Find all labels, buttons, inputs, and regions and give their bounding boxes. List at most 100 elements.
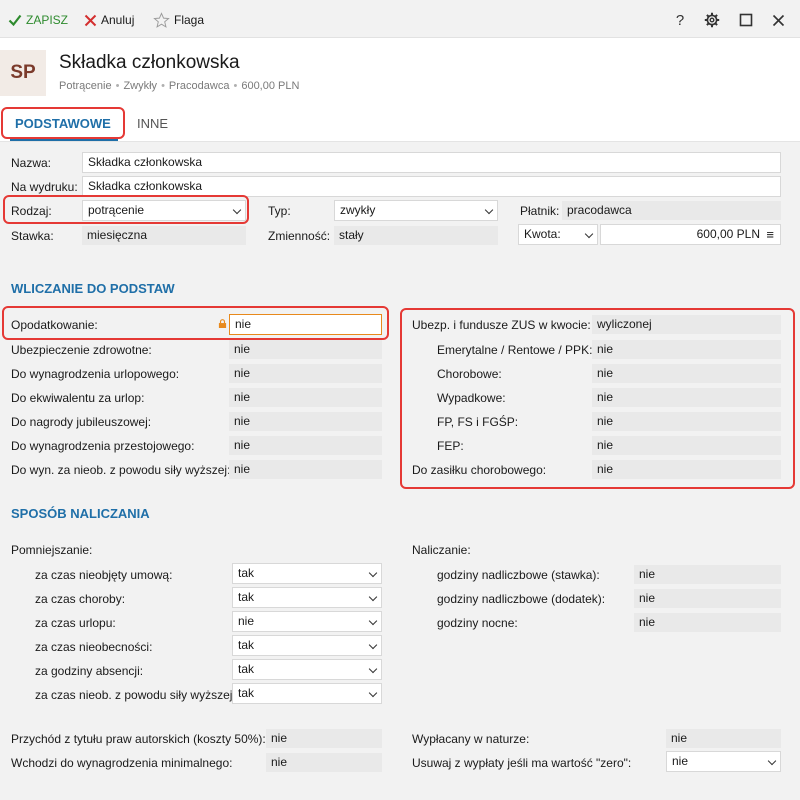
chevron-down-icon <box>368 640 378 650</box>
highlight-tab <box>1 107 125 139</box>
zdrowotne-label: Ubezpieczenie zdrowotne: <box>11 343 152 357</box>
typ-value: zwykły <box>340 203 376 217</box>
highlight-rodzaj <box>3 195 249 224</box>
maximize-icon <box>739 13 753 27</box>
chevron-down-icon <box>368 568 378 578</box>
cancel-label: Anuluj <box>101 13 135 27</box>
nieobjety-select[interactable]: tak <box>232 563 382 584</box>
gear-icon <box>704 12 720 28</box>
record-header: SP Składka członkowska Potrącenie • Zwykły… <box>0 38 800 104</box>
sila-wyzsza-value: nie <box>229 460 382 479</box>
nieobecnosci-label: za czas nieobecności: <box>35 640 153 654</box>
chevron-down-icon <box>484 205 494 215</box>
save-button[interactable]: ZAPISZ <box>8 10 68 30</box>
zmiennosc-label: Zmienność: <box>268 229 331 243</box>
chevron-down-icon <box>767 756 777 766</box>
breadcrumb: Potrącenie • Zwykły • Pracodawca • 600,00 PLN <box>59 80 299 92</box>
zmiennosc-value: stały <box>334 226 498 245</box>
crumb-separator: • <box>115 80 120 92</box>
kwota-value: 600,00 PLN <box>696 227 760 241</box>
nadliczbowe-stawka-label: godziny nadliczbowe (stawka): <box>437 568 600 582</box>
kwota-input[interactable]: 600,00 PLN ≡ <box>600 224 781 245</box>
urlopowe-label: Do wynagrodzenia urlopowego: <box>11 367 180 381</box>
chevron-down-icon <box>368 616 378 626</box>
crumb-amount: 600,00 PLN <box>241 80 300 92</box>
stawka-value: miesięczna <box>82 226 246 245</box>
nadliczbowe-dodatek-value: nie <box>634 589 781 608</box>
page-title: Składka członkowska <box>59 52 240 73</box>
urlopu-value: nie <box>238 614 255 628</box>
avatar: SP <box>0 50 46 96</box>
absencji-label: za godziny absencji: <box>35 664 144 678</box>
typ-select[interactable]: zwykły <box>334 200 498 221</box>
highlight-opodatkowanie <box>2 306 389 340</box>
zero-select[interactable]: nie <box>666 751 781 772</box>
star-icon <box>153 11 170 28</box>
sila-wyzsza-pomn-label: za czas nieob. z powodu siły wyższej: <box>35 688 236 702</box>
tab-inne[interactable]: INNE <box>137 116 168 131</box>
stawka-label: Stawka: <box>11 229 54 243</box>
przestojowe-value: nie <box>229 436 382 455</box>
minimalne-label: Wchodzi do wynagrodzenia minimalnego: <box>11 756 233 770</box>
choroby-select[interactable]: tak <box>232 587 382 608</box>
nieobjety-value: tak <box>238 566 255 580</box>
nazwa-label: Nazwa: <box>11 156 52 170</box>
jubileuszowa-value: nie <box>229 412 382 431</box>
jubileuszowa-label: Do nagrody jubileuszowej: <box>11 415 152 429</box>
cancel-button[interactable]: Anuluj <box>84 10 134 30</box>
chevron-down-icon <box>368 688 378 698</box>
help-button[interactable]: ? <box>670 10 690 30</box>
crumb-variant: Zwykły <box>123 80 158 92</box>
crumb-separator: • <box>161 80 165 92</box>
nocne-value: nie <box>634 613 781 632</box>
kwota-select[interactable]: Kwota: <box>518 224 598 245</box>
menu-icon[interactable]: ≡ <box>766 225 774 244</box>
checkmark-icon <box>8 14 22 27</box>
settings-button[interactable] <box>702 10 722 30</box>
crumb-type: Potrącenie <box>59 80 112 92</box>
naliczanie-label: Naliczanie: <box>412 543 471 557</box>
nazwa-input[interactable]: Składka członkowska <box>82 152 781 173</box>
sila-wyzsza-pomn-select[interactable]: tak <box>232 683 382 704</box>
highlight-zus <box>400 308 795 489</box>
absencji-value: tak <box>238 662 255 676</box>
minimalne-value: nie <box>266 753 382 772</box>
kwota-label: Kwota: <box>524 227 561 241</box>
choroby-label: za czas choroby: <box>35 592 126 606</box>
nieobecnosci-value: tak <box>238 638 255 652</box>
ekwiwalent-label: Do ekwiwalentu za urlop: <box>11 391 145 405</box>
chevron-down-icon <box>368 592 378 602</box>
platnik-value: pracodawca <box>562 201 781 220</box>
urlopowe-value: nie <box>229 364 382 383</box>
wydruk-input[interactable]: Składka członkowska <box>82 176 781 197</box>
zdrowotne-value: nie <box>229 340 382 359</box>
close-window-button[interactable] <box>768 10 788 30</box>
sila-wyzsza-label: Do wyn. za nieob. z powodu siły wyższej: <box>11 463 231 477</box>
nadliczbowe-dodatek-label: godziny nadliczbowe (dodatek): <box>437 592 606 606</box>
urlopu-select[interactable]: nie <box>232 611 382 632</box>
platnik-label: Płatnik: <box>520 204 560 218</box>
zero-value: nie <box>672 754 689 768</box>
nadliczbowe-stawka-value: nie <box>634 565 781 584</box>
crumb-separator: • <box>233 80 238 92</box>
natura-label: Wypłacany w naturze: <box>412 732 530 746</box>
chevron-down-icon <box>584 229 594 239</box>
toolbar: ZAPISZ Anuluj Flaga ? <box>0 0 800 38</box>
zero-label: Usuwaj z wypłaty jeśli ma wartość "zero"… <box>412 756 632 770</box>
nocne-label: godziny nocne: <box>437 616 518 630</box>
maximize-button[interactable] <box>736 10 756 30</box>
save-label: ZAPISZ <box>26 13 69 27</box>
nieobecnosci-select[interactable]: tak <box>232 635 382 656</box>
close-window-icon <box>772 14 784 26</box>
section-title-sposob: SPOSÓB NALICZANIA <box>11 506 150 521</box>
help-icon: ? <box>675 11 685 29</box>
przychod-label: Przychód z tytułu praw autorskich (koszt… <box>11 732 266 746</box>
nieobjety-label: za czas nieobjęty umową: <box>35 568 173 582</box>
absencji-select[interactable]: tak <box>232 659 382 680</box>
flag-button[interactable]: Flaga <box>153 10 204 30</box>
urlopu-label: za czas urlopu: <box>35 616 116 630</box>
flag-label: Flaga <box>174 13 205 27</box>
sila-wyzsza-pomn-value: tak <box>238 686 255 700</box>
natura-value: nie <box>666 729 781 748</box>
pomniejszanie-label: Pomniejszanie: <box>11 543 93 557</box>
